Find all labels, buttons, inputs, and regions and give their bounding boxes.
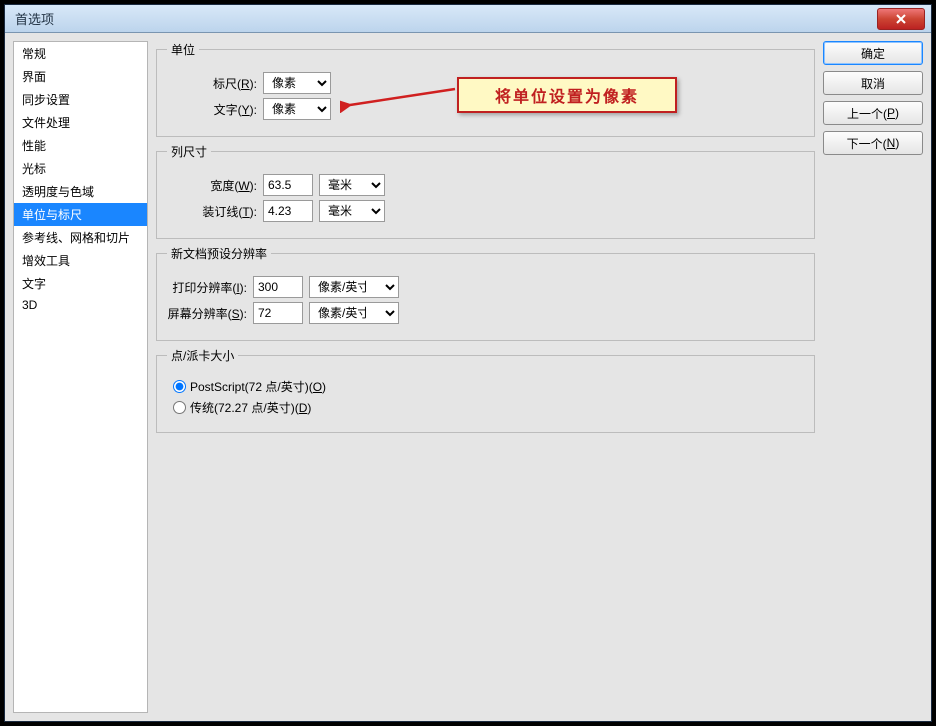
sidebar-item[interactable]: 同步设置 (14, 88, 147, 111)
category-sidebar: 常规界面同步设置文件处理性能光标透明度与色域单位与标尺参考线、网格和切片增效工具… (13, 41, 148, 713)
sidebar-item[interactable]: 增效工具 (14, 249, 147, 272)
pica-size-legend: 点/派卡大小 (167, 347, 238, 364)
ruler-label: 标尺(R): (167, 75, 257, 92)
screen-res-label: 屏幕分辨率(S): (167, 305, 247, 322)
sidebar-item[interactable]: 常规 (14, 42, 147, 65)
sidebar-item[interactable]: 参考线、网格和切片 (14, 226, 147, 249)
sidebar-item[interactable]: 单位与标尺 (14, 203, 147, 226)
prev-button[interactable]: 上一个(P) (823, 101, 923, 125)
ok-button[interactable]: 确定 (823, 41, 923, 65)
close-icon (894, 14, 908, 24)
screen-res-unit-select[interactable]: 像素/英寸 (309, 302, 399, 324)
column-size-group: 列尺寸 宽度(W): 毫米 装订线(T): 毫米 (156, 143, 815, 239)
traditional-radio[interactable] (173, 401, 186, 414)
annotation-callout: 将单位设置为像素 (457, 77, 677, 113)
print-res-input[interactable] (253, 276, 303, 298)
preferences-window: 首选项 常规界面同步设置文件处理性能光标透明度与色域单位与标尺参考线、网格和切片… (4, 4, 932, 722)
gutter-unit-select[interactable]: 毫米 (319, 200, 385, 222)
gutter-label: 装订线(T): (167, 203, 257, 220)
cancel-button[interactable]: 取消 (823, 71, 923, 95)
action-buttons: 确定 取消 上一个(P) 下一个(N) (823, 41, 923, 713)
sidebar-item[interactable]: 界面 (14, 65, 147, 88)
sidebar-item[interactable]: 光标 (14, 157, 147, 180)
sidebar-item[interactable]: 3D (14, 295, 147, 315)
sidebar-item[interactable]: 文件处理 (14, 111, 147, 134)
width-input[interactable] (263, 174, 313, 196)
sidebar-item[interactable]: 透明度与色域 (14, 180, 147, 203)
close-button[interactable] (877, 8, 925, 30)
print-res-label: 打印分辨率(I): (167, 279, 247, 296)
traditional-label[interactable]: 传统(72.27 点/英寸)(D) (190, 399, 311, 416)
next-button[interactable]: 下一个(N) (823, 131, 923, 155)
ruler-units-select[interactable]: 像素 (263, 72, 331, 94)
new-doc-resolution-group: 新文档预设分辨率 打印分辨率(I): 像素/英寸 屏幕分辨率(S): (156, 245, 815, 341)
width-label: 宽度(W): (167, 177, 257, 194)
window-title: 首选项 (15, 9, 54, 28)
new-doc-resolution-legend: 新文档预设分辨率 (167, 245, 271, 262)
gutter-input[interactable] (263, 200, 313, 222)
type-units-select[interactable]: 像素 (263, 98, 331, 120)
type-label: 文字(Y): (167, 101, 257, 118)
sidebar-item[interactable]: 文字 (14, 272, 147, 295)
screen-res-input[interactable] (253, 302, 303, 324)
postscript-radio[interactable] (173, 380, 186, 393)
sidebar-item[interactable]: 性能 (14, 134, 147, 157)
dialog-body: 常规界面同步设置文件处理性能光标透明度与色域单位与标尺参考线、网格和切片增效工具… (5, 33, 931, 721)
print-res-unit-select[interactable]: 像素/英寸 (309, 276, 399, 298)
titlebar: 首选项 (5, 5, 931, 33)
column-size-legend: 列尺寸 (167, 143, 211, 160)
units-legend: 单位 (167, 41, 199, 58)
width-unit-select[interactable]: 毫米 (319, 174, 385, 196)
pica-size-group: 点/派卡大小 PostScript(72 点/英寸)(O) 传统(72.27 点… (156, 347, 815, 433)
settings-panel: 单位 标尺(R): 像素 文字(Y): 像素 (156, 41, 815, 713)
postscript-label[interactable]: PostScript(72 点/英寸)(O) (190, 378, 326, 395)
